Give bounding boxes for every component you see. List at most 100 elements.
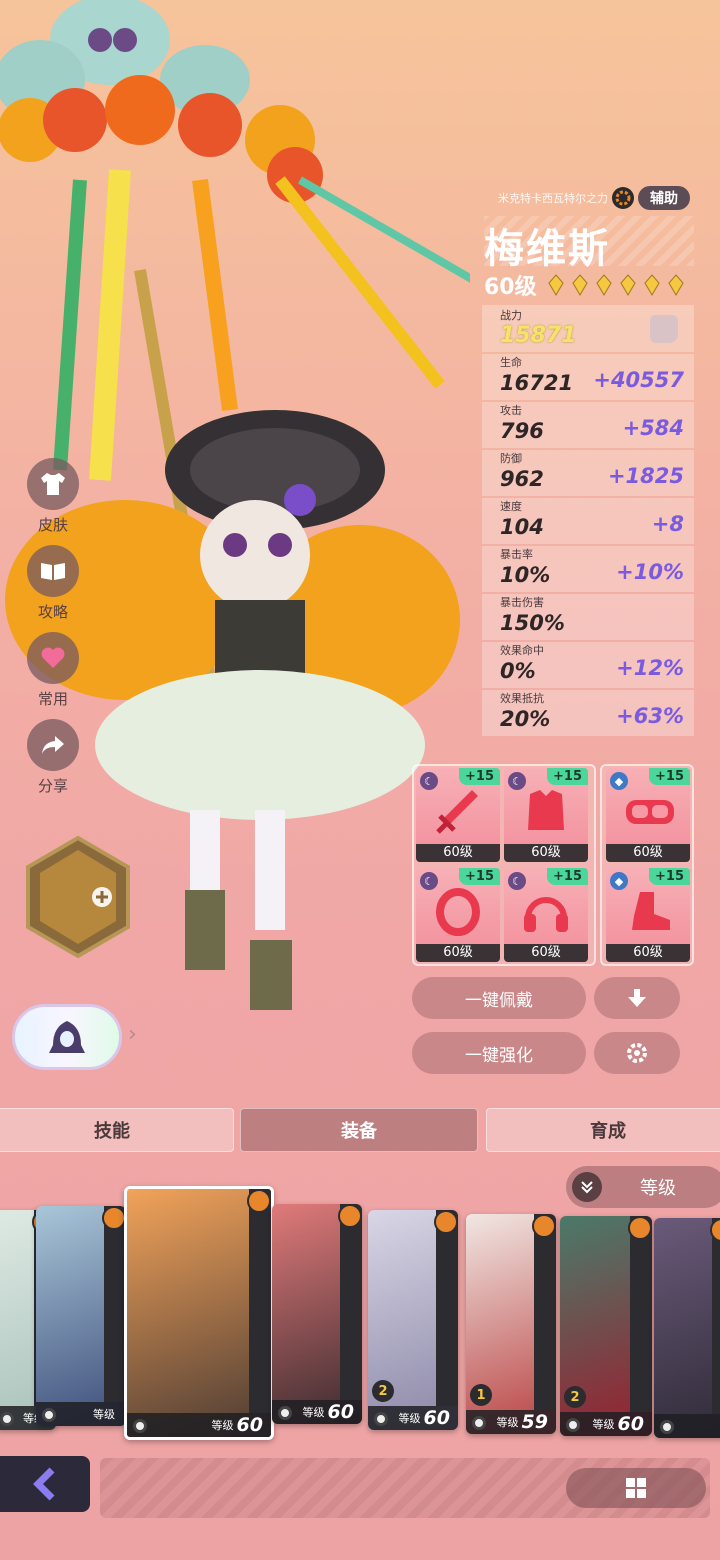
- equip-slot-ring[interactable]: ☾ +15 60级: [416, 868, 500, 962]
- armor-icon: [528, 790, 564, 830]
- stat-bonus: +1825: [607, 464, 684, 488]
- rank-strip: [534, 1214, 556, 1410]
- card-level: 60: [617, 1413, 644, 1435]
- element-icon: [102, 1206, 126, 1230]
- star-icon: [548, 274, 564, 296]
- guide-button[interactable]: 攻略: [26, 545, 80, 622]
- stat-row: 暴击率 10% +10%: [482, 546, 694, 592]
- card-level-label: 等级: [496, 1416, 519, 1429]
- card-level-bar: 等级 59: [466, 1410, 556, 1434]
- equip-level: 60级: [606, 844, 690, 862]
- enhance-all-button[interactable]: 一键强化: [412, 1032, 586, 1074]
- hero-origin-row: 米克特卡西瓦特尔之力 辅助: [480, 186, 690, 210]
- equip-all-button[interactable]: 一键佩戴: [412, 977, 586, 1019]
- hero-name: 梅维斯: [484, 216, 694, 272]
- stat-row: 攻击 796 +584: [482, 402, 694, 448]
- card-level: 60: [327, 1401, 354, 1423]
- equip-slot-armor[interactable]: ☾ +15 60级: [504, 768, 588, 862]
- stat-bonus: +63%: [616, 704, 684, 728]
- tab-growth[interactable]: 育成: [486, 1108, 720, 1152]
- star-icon: [572, 274, 588, 296]
- favorite-label: 常用: [37, 690, 68, 708]
- share-button[interactable]: 分享: [26, 719, 80, 796]
- equip-slot-goggles[interactable]: ◆ +15 60级: [606, 768, 690, 862]
- hero-level-row: 60级: [484, 270, 685, 300]
- enhance-level: +15: [649, 768, 690, 785]
- grid-view-button[interactable]: [566, 1468, 706, 1508]
- arrow-down-icon: [628, 989, 646, 1007]
- rank-strip: [249, 1189, 271, 1413]
- hero-card[interactable]: 2 等级 60: [560, 1216, 652, 1436]
- soul-icon: [660, 1420, 674, 1434]
- awaken-badge: 2: [372, 1380, 394, 1402]
- soul-icon: [0, 1412, 14, 1426]
- equip-level: 60级: [416, 844, 500, 862]
- stat-bonus: +40557: [593, 368, 684, 392]
- sort-button[interactable]: 等级: [566, 1166, 720, 1208]
- card-level: 60: [236, 1414, 263, 1436]
- skin-label: 皮肤: [37, 516, 68, 534]
- hero-card[interactable]: 1 等级 59: [466, 1214, 556, 1434]
- soul-icon: [374, 1412, 388, 1426]
- back-button[interactable]: [0, 1456, 90, 1512]
- star-icon: [644, 274, 660, 296]
- soul-icon: [278, 1406, 292, 1420]
- hero-card-selected[interactable]: 等级 60: [124, 1186, 274, 1440]
- soul-icon: [133, 1419, 147, 1433]
- card-level-bar: 等级 60: [560, 1412, 652, 1436]
- share-icon: [27, 719, 79, 771]
- goggles-icon: [626, 800, 674, 824]
- card-level: 59: [521, 1411, 548, 1433]
- enhance-level: +15: [459, 768, 500, 785]
- double-chevron-down-icon: [572, 1172, 602, 1202]
- hero-card[interactable]: 等级 60: [272, 1204, 362, 1424]
- class-badge: 辅助: [638, 186, 690, 210]
- stat-label: 速度: [500, 500, 522, 513]
- equip-level: 60级: [504, 944, 588, 962]
- stat-bonus: +8: [651, 512, 684, 536]
- equip-slot-headphones[interactable]: ☾ +15 60级: [504, 868, 588, 962]
- hero-card[interactable]: [654, 1218, 720, 1438]
- card-level-bar: 等级: [36, 1402, 126, 1426]
- awaken-badge: 2: [564, 1386, 586, 1408]
- star-icon: [596, 274, 612, 296]
- stat-bonus: +584: [622, 416, 684, 440]
- enhance-level: +15: [649, 868, 690, 885]
- card-level-label: 等级: [211, 1419, 234, 1432]
- stat-row: 暴击伤害 150%: [482, 594, 694, 640]
- equip-level: 60级: [606, 944, 690, 962]
- enhance-level: +15: [459, 868, 500, 885]
- boots-icon: [632, 892, 670, 930]
- skin-button[interactable]: 皮肤: [26, 458, 80, 535]
- sort-label: 等级: [640, 1178, 676, 1199]
- element-icon: [628, 1216, 652, 1240]
- rank-strip: [340, 1204, 362, 1400]
- hero-card[interactable]: 2 等级 60: [368, 1210, 458, 1430]
- grid-icon: [626, 1478, 646, 1498]
- equip-slot-boots[interactable]: ◆ +15 60级: [606, 868, 690, 962]
- element-icon: [434, 1210, 458, 1234]
- element-icon: [532, 1214, 556, 1238]
- headphones-icon: [524, 897, 568, 932]
- stat-row: 效果命中 0% +12%: [482, 642, 694, 688]
- unequip-button[interactable]: [594, 977, 680, 1019]
- guide-label: 攻略: [37, 603, 68, 621]
- sword-icon: [436, 790, 478, 834]
- card-level-bar: [654, 1414, 720, 1438]
- partner-slot[interactable]: [26, 835, 130, 959]
- settings-button[interactable]: [594, 1032, 680, 1074]
- stat-label: 暴击伤害: [500, 596, 544, 609]
- equip-level: 60级: [504, 844, 588, 862]
- card-level-label: 等级: [592, 1418, 615, 1431]
- card-level-bar: 等级 60: [368, 1406, 458, 1430]
- class-selector[interactable]: [12, 1004, 122, 1070]
- tab-skills[interactable]: 技能: [0, 1108, 234, 1152]
- equip-slot-weapon[interactable]: ☾ +15 60级: [416, 768, 500, 862]
- tab-equipment[interactable]: 装备: [240, 1108, 478, 1152]
- card-level-label: 等级: [398, 1412, 421, 1425]
- card-level-label: 等级: [93, 1408, 115, 1421]
- favorite-button[interactable]: 常用: [26, 632, 80, 709]
- element-icon: [338, 1204, 362, 1228]
- hero-card[interactable]: 等级: [36, 1206, 126, 1426]
- soul-icon: [472, 1416, 486, 1430]
